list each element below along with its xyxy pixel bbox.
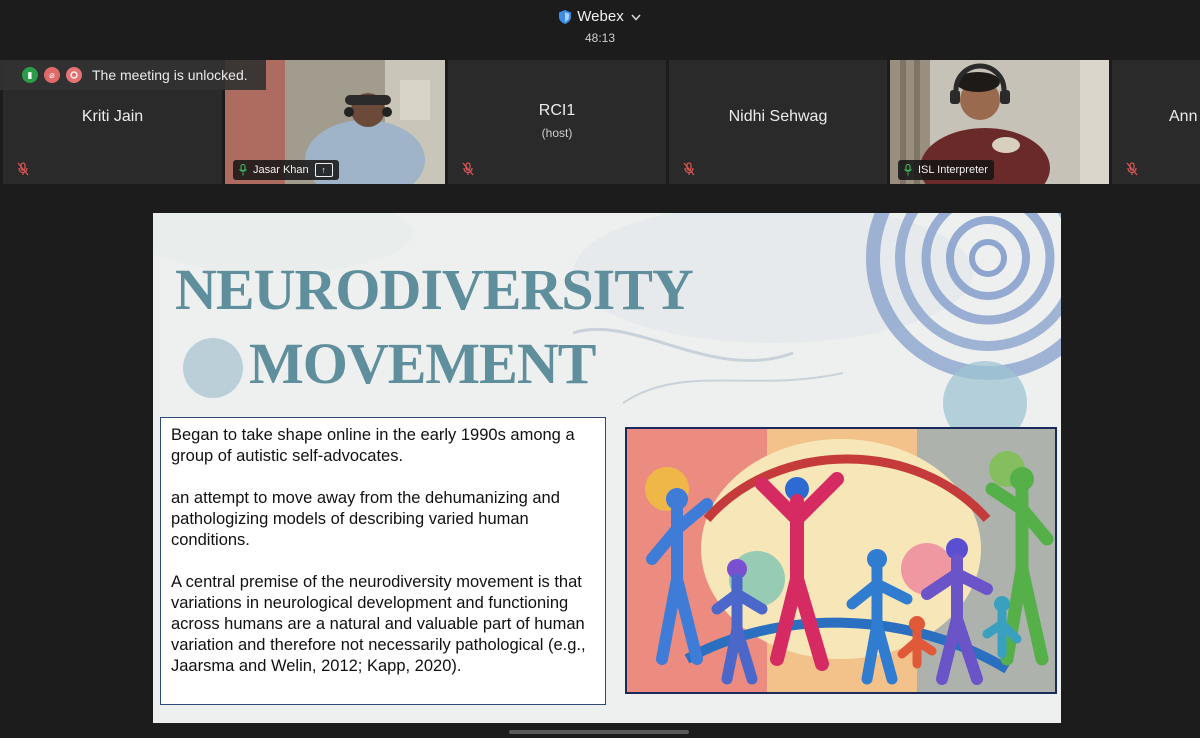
record-icon[interactable] <box>66 67 82 83</box>
participant-tile[interactable]: RCI1 (host) <box>448 60 666 184</box>
mic-off-icon[interactable]: ⌀ <box>44 67 60 83</box>
participant-name: ISL Interpreter <box>918 164 988 176</box>
slide-title: NEURODIVERSITY MOVEMENT <box>175 261 735 393</box>
participant-tile[interactable]: Nidhi Sehwag <box>669 60 887 184</box>
participant-name: Ann <box>1169 108 1198 125</box>
meeting-timer: 48:13 <box>584 30 616 45</box>
webex-meeting-window: Webex 48:13 Kriti Jain Jasar Khan ↑ RCI1… <box>0 0 1200 738</box>
slide-text-box: Began to take shape online in the early … <box>160 417 606 705</box>
mic-off-icon <box>683 162 695 176</box>
slide-paragraph: an attempt to move away from the dehuman… <box>171 489 560 549</box>
app-title-dropdown[interactable]: Webex <box>559 8 641 25</box>
participant-name: Kriti Jain <box>81 108 144 125</box>
participant-label: ISL Interpreter <box>898 160 994 180</box>
chevron-down-icon <box>631 10 641 24</box>
participant-name: Jasar Khan <box>253 164 309 176</box>
slide-title-line1: NEURODIVERSITY <box>175 257 694 322</box>
slide-illustration <box>625 427 1057 694</box>
mic-icon <box>239 164 247 176</box>
mic-off-icon <box>1126 162 1138 176</box>
home-indicator-bar[interactable] <box>509 730 689 734</box>
shield-icon <box>559 9 572 24</box>
meeting-header: Webex 48:13 <box>0 8 1200 45</box>
participant-name: Nidhi Sehwag <box>728 108 828 125</box>
colorful-people-artwork <box>627 429 1055 692</box>
slide-paragraph: Began to take shape online in the early … <box>171 426 575 465</box>
meeting-notification-banner[interactable]: ▮ ⌀ The meeting is unlocked. <box>0 60 266 90</box>
shared-content-slide: NEURODIVERSITY MOVEMENT Began to take sh… <box>153 213 1061 723</box>
mic-off-icon <box>17 162 29 176</box>
participant-name: RCI1 <box>538 102 576 119</box>
participant-video-tile[interactable]: ISL Interpreter <box>890 60 1109 184</box>
participant-label: Jasar Khan ↑ <box>233 160 339 180</box>
mic-off-icon <box>462 162 474 176</box>
app-title: Webex <box>577 8 624 25</box>
mic-icon <box>904 164 912 176</box>
host-label: (host) <box>541 126 573 140</box>
banner-text: The meeting is unlocked. <box>92 67 248 83</box>
participant-tile[interactable]: Ann <box>1112 60 1200 184</box>
network-stats-icon[interactable]: ▮ <box>22 67 38 83</box>
share-screen-icon: ↑ <box>314 163 333 177</box>
slide-title-line2: MOVEMENT <box>249 331 596 396</box>
slide-paragraph: A central premise of the neurodiversity … <box>171 573 586 675</box>
